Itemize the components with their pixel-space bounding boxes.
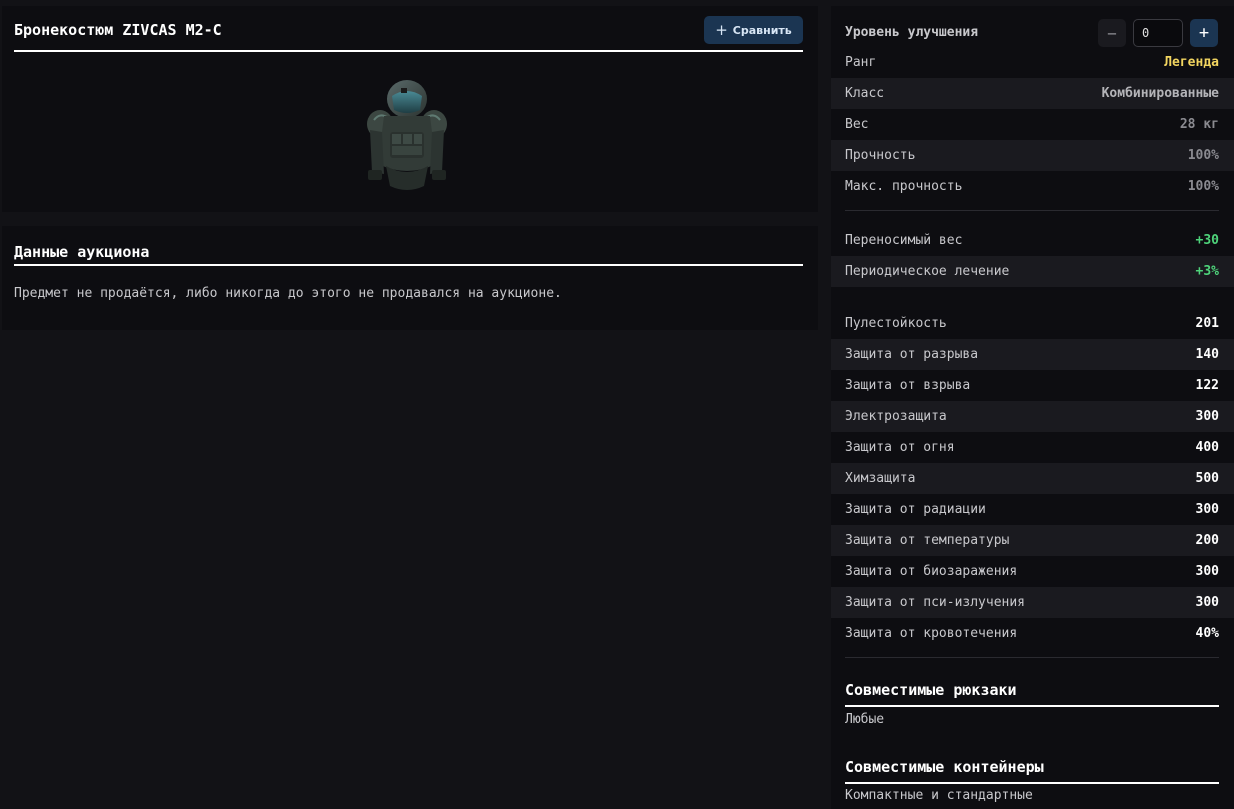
stat-label: Защита от радиации bbox=[845, 502, 986, 517]
stat-row-protection: Защита от огня 400 bbox=[831, 432, 1234, 463]
stat-label: Ранг bbox=[845, 55, 877, 70]
stat-label: Пулестойкость bbox=[845, 316, 947, 331]
stat-value: 201 bbox=[1195, 316, 1219, 331]
stat-value: 122 bbox=[1195, 378, 1219, 393]
stat-label: Защита от взрыва bbox=[845, 378, 971, 393]
compare-button[interactable]: + Сравнить bbox=[704, 16, 803, 44]
stat-label: Макс. прочность bbox=[845, 179, 963, 194]
auction-title-underline bbox=[14, 264, 803, 266]
stat-value: +3% bbox=[1195, 264, 1219, 279]
armor-suit-image bbox=[367, 80, 447, 190]
stat-value: Легенда bbox=[1164, 55, 1219, 70]
stat-value: 300 bbox=[1195, 409, 1219, 424]
stat-label: Прочность bbox=[845, 148, 916, 163]
stat-value: 100% bbox=[1187, 179, 1219, 194]
stat-label: Вес bbox=[845, 117, 869, 132]
stat-label: Переносимый вес bbox=[845, 233, 963, 248]
auction-title: Данные аукциона bbox=[14, 243, 150, 261]
stat-value: Комбинированные bbox=[1101, 86, 1219, 101]
item-panel: Бронекостюм ZIVCAS M2-C + Сравнить bbox=[2, 6, 818, 212]
stat-label: Защита от биозаражения bbox=[845, 564, 1018, 579]
stat-value: 140 bbox=[1195, 347, 1219, 362]
stat-value: 300 bbox=[1195, 502, 1219, 517]
stat-label: Класс bbox=[845, 86, 885, 101]
stat-value: 28 кг bbox=[1179, 117, 1219, 132]
stat-value: 400 bbox=[1195, 440, 1219, 455]
stat-row-durability: Прочность 100% bbox=[831, 140, 1234, 171]
compatible-backpacks-value: Любые bbox=[845, 712, 885, 727]
stat-row-protection: Защита от температуры 200 bbox=[831, 525, 1234, 556]
stat-label: Защита от огня bbox=[845, 440, 955, 455]
stat-value: +30 bbox=[1195, 233, 1219, 248]
stat-row-rank: Ранг Легенда bbox=[831, 47, 1234, 78]
compatible-containers-title: Совместимые контейнеры bbox=[845, 758, 1044, 776]
stat-value: 40% bbox=[1195, 626, 1219, 641]
stat-label: Периодическое лечение bbox=[845, 264, 1010, 279]
auction-panel: Данные аукциона Предмет не продаётся, ли… bbox=[2, 226, 818, 330]
stat-value: 500 bbox=[1195, 471, 1219, 486]
stat-label: Защита от разрыва bbox=[845, 347, 979, 362]
item-title: Бронекостюм ZIVCAS M2-C bbox=[14, 21, 222, 39]
plus-icon: + bbox=[715, 20, 728, 39]
compatible-backpacks-underline bbox=[845, 705, 1219, 707]
stat-label: Химзащита bbox=[845, 471, 916, 486]
compatible-containers-value: Компактные и стандартные bbox=[845, 788, 1033, 803]
upgrade-level-label: Уровень улучшения bbox=[845, 25, 979, 40]
stat-row-protection: Химзащита 500 bbox=[831, 463, 1234, 494]
stat-row-class: Класс Комбинированные bbox=[831, 78, 1234, 109]
stat-row-protection: Защита от биозаражения 300 bbox=[831, 556, 1234, 587]
stat-row-protection: Защита от кровотечения 40% bbox=[831, 618, 1234, 649]
stat-label: Защита от кровотечения bbox=[845, 626, 1018, 641]
compatible-backpacks-title: Совместимые рюкзаки bbox=[845, 681, 1017, 699]
stat-row-protection: Электрозащита 300 bbox=[831, 401, 1234, 432]
stat-value: 300 bbox=[1195, 564, 1219, 579]
stat-row-protection: Защита от пси-излучения 300 bbox=[831, 587, 1234, 618]
stat-row-protection: Защита от радиации 300 bbox=[831, 494, 1234, 525]
stat-row-max-durability: Макс. прочность 100% bbox=[831, 171, 1234, 202]
upgrade-increment-button[interactable]: + bbox=[1190, 19, 1218, 47]
stat-value: 200 bbox=[1195, 533, 1219, 548]
compare-button-label: Сравнить bbox=[732, 23, 792, 37]
stat-label: Защита от пси-излучения bbox=[845, 595, 1026, 610]
stat-row-protection: Пулестойкость 201 bbox=[831, 308, 1234, 339]
upgrade-decrement-button[interactable]: − bbox=[1098, 19, 1126, 47]
auction-status-text: Предмет не продаётся, либо никогда до эт… bbox=[14, 286, 562, 301]
divider bbox=[845, 657, 1219, 658]
stats-panel: Уровень улучшения − + Ранг Легенда Класс… bbox=[831, 6, 1234, 809]
stat-value: 100% bbox=[1187, 148, 1219, 163]
compatible-containers-underline bbox=[845, 782, 1219, 784]
stat-label: Защита от температуры bbox=[845, 533, 1010, 548]
stat-row-protection: Защита от взрыва 122 bbox=[831, 370, 1234, 401]
stat-row-periodic-healing: Периодическое лечение +3% bbox=[831, 256, 1234, 287]
stat-row-protection: Защита от разрыва 140 bbox=[831, 339, 1234, 370]
stat-label: Электрозащита bbox=[845, 409, 947, 424]
stat-value: 300 bbox=[1195, 595, 1219, 610]
item-title-underline bbox=[14, 50, 803, 52]
stat-row-carry-weight: Переносимый вес +30 bbox=[831, 225, 1234, 256]
upgrade-level-input[interactable] bbox=[1133, 19, 1183, 47]
divider bbox=[845, 210, 1219, 211]
stat-row-weight: Вес 28 кг bbox=[831, 109, 1234, 140]
